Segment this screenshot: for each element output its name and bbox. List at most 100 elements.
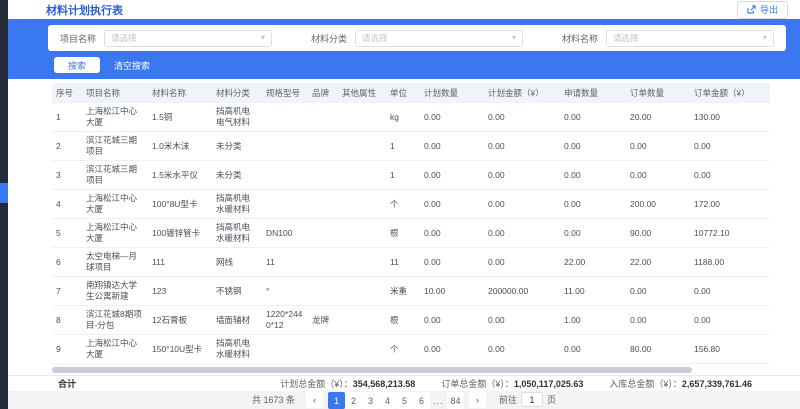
table-cell: 7 <box>52 277 82 306</box>
table-row[interactable]: 3滨江花城三期项目1.5米水平仪未分类10.000.000.000.000.00 <box>52 161 770 190</box>
page-button-2[interactable]: 2 <box>345 392 362 409</box>
table-cell: 12石膏板 <box>148 306 212 335</box>
table-row[interactable]: 8滨江花城8期项目-分包12石膏板墙面辅材1220*244 0*12龙牌根0.0… <box>52 306 770 335</box>
page-button-84[interactable]: 84 <box>447 392 464 409</box>
table-row[interactable]: 4上海松江中心大厦100°8U型卡挡高机电 水暖材料个0.000.000.002… <box>52 190 770 219</box>
table-cell: 0.00 <box>690 306 770 335</box>
filter-select[interactable]: 请选择▾ <box>355 30 523 47</box>
table-cell <box>338 335 386 364</box>
summary-item-label: 订单总金额（¥）： <box>441 379 514 389</box>
table-cell <box>308 219 338 248</box>
next-page-button[interactable]: › <box>469 391 486 408</box>
page-button-3[interactable]: 3 <box>362 392 379 409</box>
filter-select[interactable]: 请选择▾ <box>104 30 272 47</box>
table-cell <box>262 335 308 364</box>
column-header[interactable]: 品牌 <box>308 83 338 103</box>
table-cell: 11 <box>386 248 420 277</box>
table-cell: 1.5铜 <box>148 103 212 132</box>
summary-item-2: 入库总金额（¥）：2,657,339,761.46 <box>609 377 752 390</box>
table-cell: 0.00 <box>484 103 560 132</box>
filter-field-1: 材料分类请选择▾ <box>311 30 523 47</box>
table-row[interactable]: 6太空电梯—月球项目111网线11110.000.0022.0022.00118… <box>52 248 770 277</box>
page-button-...[interactable]: ... <box>430 392 447 409</box>
table-cell: 南翔镇达大学生公寓新建 <box>82 277 148 306</box>
table-cell: 0.00 <box>420 132 484 161</box>
table-cell: 0.00 <box>690 277 770 306</box>
table-cell: 0.00 <box>420 248 484 277</box>
export-button[interactable]: 导出 <box>737 1 788 19</box>
table-cell: 10.00 <box>420 277 484 306</box>
page-button-6[interactable]: 6 <box>413 392 430 409</box>
table-cell: 0.00 <box>560 190 626 219</box>
table-cell <box>338 248 386 277</box>
column-header[interactable]: 订单金额（¥） <box>690 83 770 103</box>
table-row[interactable]: 7南翔镇达大学生公寓新建123不锈钢°米重10.00200000.0011.00… <box>52 277 770 306</box>
table-cell: 22.00 <box>626 248 690 277</box>
column-header[interactable]: 序号 <box>52 83 82 103</box>
table-row[interactable]: 2滨江花城三期项目1.0米木沫未分类10.000.000.000.000.00 <box>52 132 770 161</box>
summary-item-value: 354,568,213.58 <box>353 379 416 389</box>
table-cell <box>338 277 386 306</box>
filter-select[interactable]: 请选择▾ <box>606 30 774 47</box>
table-cell <box>338 219 386 248</box>
column-header[interactable]: 计划金额（¥） <box>484 83 560 103</box>
table-cell: 0.00 <box>420 219 484 248</box>
goto-page-input[interactable] <box>521 392 543 407</box>
page-button-5[interactable]: 5 <box>396 392 413 409</box>
table-cell: 网线 <box>212 248 262 277</box>
filter-label: 材料分类 <box>311 32 347 45</box>
table-cell <box>338 161 386 190</box>
summary-item-value: 2,657,339,761.46 <box>682 379 752 389</box>
table-cell: 0.00 <box>560 335 626 364</box>
table-cell: 20.00 <box>626 103 690 132</box>
table-cell: 90.00 <box>626 219 690 248</box>
table-cell: 0.00 <box>420 161 484 190</box>
scrollbar-thumb[interactable] <box>52 367 692 373</box>
table-cell: 0.00 <box>484 161 560 190</box>
chevron-down-icon: ▾ <box>763 34 767 42</box>
column-header[interactable]: 订单数量 <box>626 83 690 103</box>
table-cell: 0.00 <box>484 190 560 219</box>
data-table-wrap: 序号项目名称材料名称材料分类规格型号品牌其他属性单位计划数量计划金额（¥）申请数… <box>8 79 800 364</box>
pagination: 共 1673 条 ‹ 123456...84 › 前往 页 <box>8 391 800 409</box>
column-header[interactable]: 计划数量 <box>420 83 484 103</box>
column-header[interactable]: 单位 <box>386 83 420 103</box>
page-button-1[interactable]: 1 <box>328 392 345 409</box>
table-cell: 未分类 <box>212 132 262 161</box>
table-cell: 未分类 <box>212 161 262 190</box>
main-content: 材料计划执行表 导出 项目名称请选择▾材料分类请选择▾材料名称请选择▾ 搜索 清… <box>8 0 800 409</box>
table-cell: 9 <box>52 335 82 364</box>
clear-search-button[interactable]: 清空搜索 <box>114 57 150 73</box>
column-header[interactable]: 材料分类 <box>212 83 262 103</box>
table-cell <box>262 190 308 219</box>
table-cell: 1220*244 0*12 <box>262 306 308 335</box>
table-cell: 1.00 <box>560 306 626 335</box>
table-row[interactable]: 1上海松江中心大厦1.5铜挡高机电 电气材料kg0.000.000.0020.0… <box>52 103 770 132</box>
table-cell: 0.00 <box>420 306 484 335</box>
column-header[interactable]: 申请数量 <box>560 83 626 103</box>
column-header[interactable]: 规格型号 <box>262 83 308 103</box>
table-cell: 个 <box>386 190 420 219</box>
table-cell: 200.00 <box>626 190 690 219</box>
table-cell: 上海松江中心大厦 <box>82 103 148 132</box>
table-body: 1上海松江中心大厦1.5铜挡高机电 电气材料kg0.000.000.0020.0… <box>52 103 770 364</box>
column-header[interactable]: 材料名称 <box>148 83 212 103</box>
table-cell: 100°8U型卡 <box>148 190 212 219</box>
table-cell: 0.00 <box>420 335 484 364</box>
column-header[interactable]: 其他属性 <box>338 83 386 103</box>
summary-row: 合计 计划总金额（¥）：354,568,213.58订单总金额（¥）：1,050… <box>8 375 800 390</box>
summary-item-1: 订单总金额（¥）：1,050,117,025.63 <box>441 377 583 390</box>
prev-page-button[interactable]: ‹ <box>306 391 323 408</box>
table-cell: 根 <box>386 219 420 248</box>
sidebar-collapsed[interactable] <box>0 0 8 409</box>
page-button-4[interactable]: 4 <box>379 392 396 409</box>
table-cell: 8 <box>52 306 82 335</box>
search-button[interactable]: 搜索 <box>54 57 100 73</box>
column-header[interactable]: 项目名称 <box>82 83 148 103</box>
summary-item-label: 入库总金额（¥）： <box>609 379 682 389</box>
table-row[interactable]: 9上海松江中心大厦150°10U型卡挡高机电 水暖材料个0.000.000.00… <box>52 335 770 364</box>
table-cell: 挡高机电 水暖材料 <box>212 335 262 364</box>
table-row[interactable]: 5上海松江中心大厦100镀锌管卡挡高机电 水暖材料DN100根0.000.000… <box>52 219 770 248</box>
table-cell: 滨江花城8期项目-分包 <box>82 306 148 335</box>
horizontal-scrollbar[interactable] <box>52 367 770 373</box>
